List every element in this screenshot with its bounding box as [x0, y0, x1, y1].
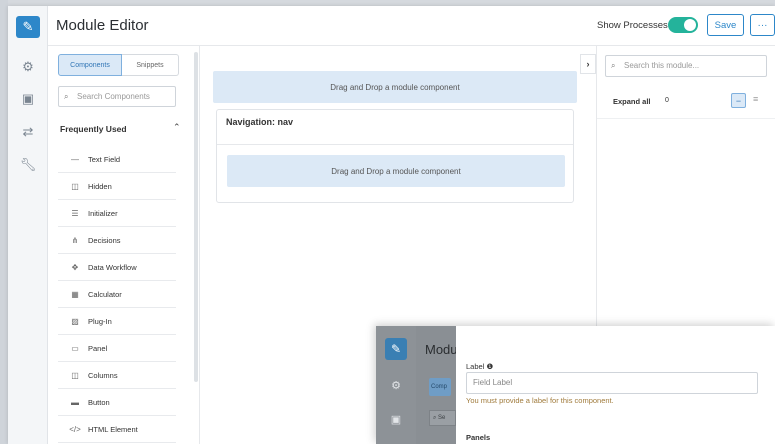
columns-icon: ◫	[71, 371, 79, 380]
component-item-button[interactable]: ▬ Button	[58, 390, 176, 416]
info-icon[interactable]: ❶	[486, 362, 493, 371]
tab-snippets[interactable]: Snippets	[122, 54, 179, 76]
wrench-icon[interactable]: 🔧︎	[8, 154, 48, 176]
show-processes-toggle[interactable]	[668, 17, 698, 33]
overlay-left-rail: ✎ ⚙ ▣	[376, 326, 416, 444]
component-item-initializer[interactable]: ☰ Initializer	[58, 201, 176, 227]
chevron-right-icon[interactable]: ›	[580, 54, 596, 74]
expand-count: 0	[665, 97, 669, 104]
left-rail: ✎ ⚙ ▣ ⇄ 🔧︎	[8, 6, 48, 444]
edit-icon[interactable]: ✎	[385, 338, 407, 360]
overlay-search-text: Se	[438, 415, 446, 421]
component-item-label: Decisions	[88, 236, 121, 245]
component-item-plug-in[interactable]: ▨ Plug-In	[58, 309, 176, 335]
gears-icon[interactable]: ⚙	[8, 56, 48, 78]
search-module-input[interactable]: ⌕ Search this module...	[605, 55, 767, 77]
search-icon: ⌕	[611, 61, 616, 70]
expand-all-link[interactable]: Expand all	[613, 97, 651, 106]
components-panel: Components Snippets ⌕ Search Components …	[48, 46, 200, 444]
component-item-label: Panel	[88, 344, 108, 353]
overlay-dimmed-editor: Modu Comp ⌕ Se	[416, 326, 458, 444]
component-settings-form: Label ❶ Field Label You must provide a l…	[456, 326, 775, 444]
component-item-label: Calculator	[88, 290, 122, 299]
component-item-label: Button	[88, 398, 110, 407]
component-item-data-workflow[interactable]: ✥ Data Workflow	[58, 255, 176, 281]
initializer-icon: ☰	[71, 209, 79, 218]
button-icon: ▬	[71, 398, 79, 407]
text-field-icon: —	[71, 155, 79, 164]
html-element-icon: </>	[69, 425, 81, 434]
edit-icon[interactable]: ✎	[16, 16, 40, 38]
divider	[597, 118, 775, 119]
component-item-decisions[interactable]: ⋔ Decisions	[58, 228, 176, 254]
navigation-title: Navigation: nav	[226, 117, 294, 127]
component-item-columns[interactable]: ◫ Columns	[58, 363, 176, 389]
module-icon[interactable]: ▣	[376, 410, 416, 428]
hidden-icon: ◫	[71, 182, 79, 191]
page-title: Module Editor	[56, 17, 149, 34]
component-item-calculator[interactable]: ▦ Calculator	[58, 282, 176, 308]
component-item-hidden[interactable]: ◫ Hidden	[58, 174, 176, 200]
overlay-page-title: Modu	[425, 342, 458, 357]
collapse-all-icon[interactable]: −	[731, 93, 746, 108]
chevron-up-icon[interactable]: ⌃	[173, 122, 181, 133]
divider	[217, 144, 573, 145]
search-icon: ⌕	[433, 415, 437, 421]
arrows-icon[interactable]: ⇄	[8, 121, 48, 143]
component-item-panel[interactable]: ▭ Panel	[58, 336, 176, 362]
dropzone-root[interactable]: Drag and Drop a module component	[213, 71, 577, 103]
module-icon[interactable]: ▣	[8, 88, 48, 110]
list-view-icon[interactable]: ≡	[753, 94, 758, 104]
panels-heading: Panels	[466, 433, 491, 442]
component-settings-window: ✎ ⚙ ▣ Modu Comp ⌕ Se Label ❶ Field Label…	[376, 326, 775, 444]
label-field-label: Label ❶	[466, 362, 494, 371]
navigation-container[interactable]: Navigation: nav Drag and Drop a module c…	[216, 109, 574, 203]
more-options-button[interactable]: ···	[750, 14, 775, 36]
search-components-input[interactable]: ⌕ Search Components	[58, 86, 176, 107]
label-input[interactable]: Field Label	[466, 372, 758, 394]
label-error-message: You must provide a label for this compon…	[466, 396, 614, 405]
calculator-icon: ▦	[71, 290, 79, 299]
panel-icon: ▭	[71, 344, 79, 353]
component-item-label: Plug-In	[88, 317, 112, 326]
component-item-label: HTML Element	[88, 425, 138, 434]
component-item-label: Hidden	[88, 182, 112, 191]
plug-in-icon: ▨	[71, 317, 79, 326]
overlay-search-input: ⌕ Se	[429, 410, 456, 426]
component-item-label: Data Workflow	[88, 263, 137, 272]
decisions-icon: ⋔	[71, 236, 79, 245]
components-scrollbar[interactable]	[194, 52, 198, 382]
data-workflow-icon: ✥	[71, 263, 79, 272]
component-item-label: Columns	[88, 371, 118, 380]
overlay-tab-components: Comp	[429, 378, 451, 396]
dropzone-navigation[interactable]: Drag and Drop a module component	[227, 155, 565, 187]
tab-components[interactable]: Components	[58, 54, 122, 76]
header: Module Editor Show Processes Save ···	[48, 6, 775, 46]
component-item-label: Initializer	[88, 209, 118, 218]
component-item-text-field[interactable]: — Text Field	[58, 147, 176, 173]
gears-icon[interactable]: ⚙	[376, 376, 416, 394]
component-item-html-element[interactable]: </> HTML Element	[58, 417, 176, 443]
component-tabs: Components Snippets	[58, 54, 179, 76]
frequently-used-heading: Frequently Used	[60, 124, 127, 134]
show-processes-label: Show Processes	[597, 20, 668, 31]
search-module-placeholder: Search this module...	[624, 61, 700, 70]
search-components-placeholder: Search Components	[77, 92, 150, 101]
component-item-label: Text Field	[88, 155, 121, 164]
backdrop-left	[0, 0, 8, 444]
search-icon: ⌕	[64, 92, 69, 101]
save-button[interactable]: Save	[707, 14, 744, 36]
